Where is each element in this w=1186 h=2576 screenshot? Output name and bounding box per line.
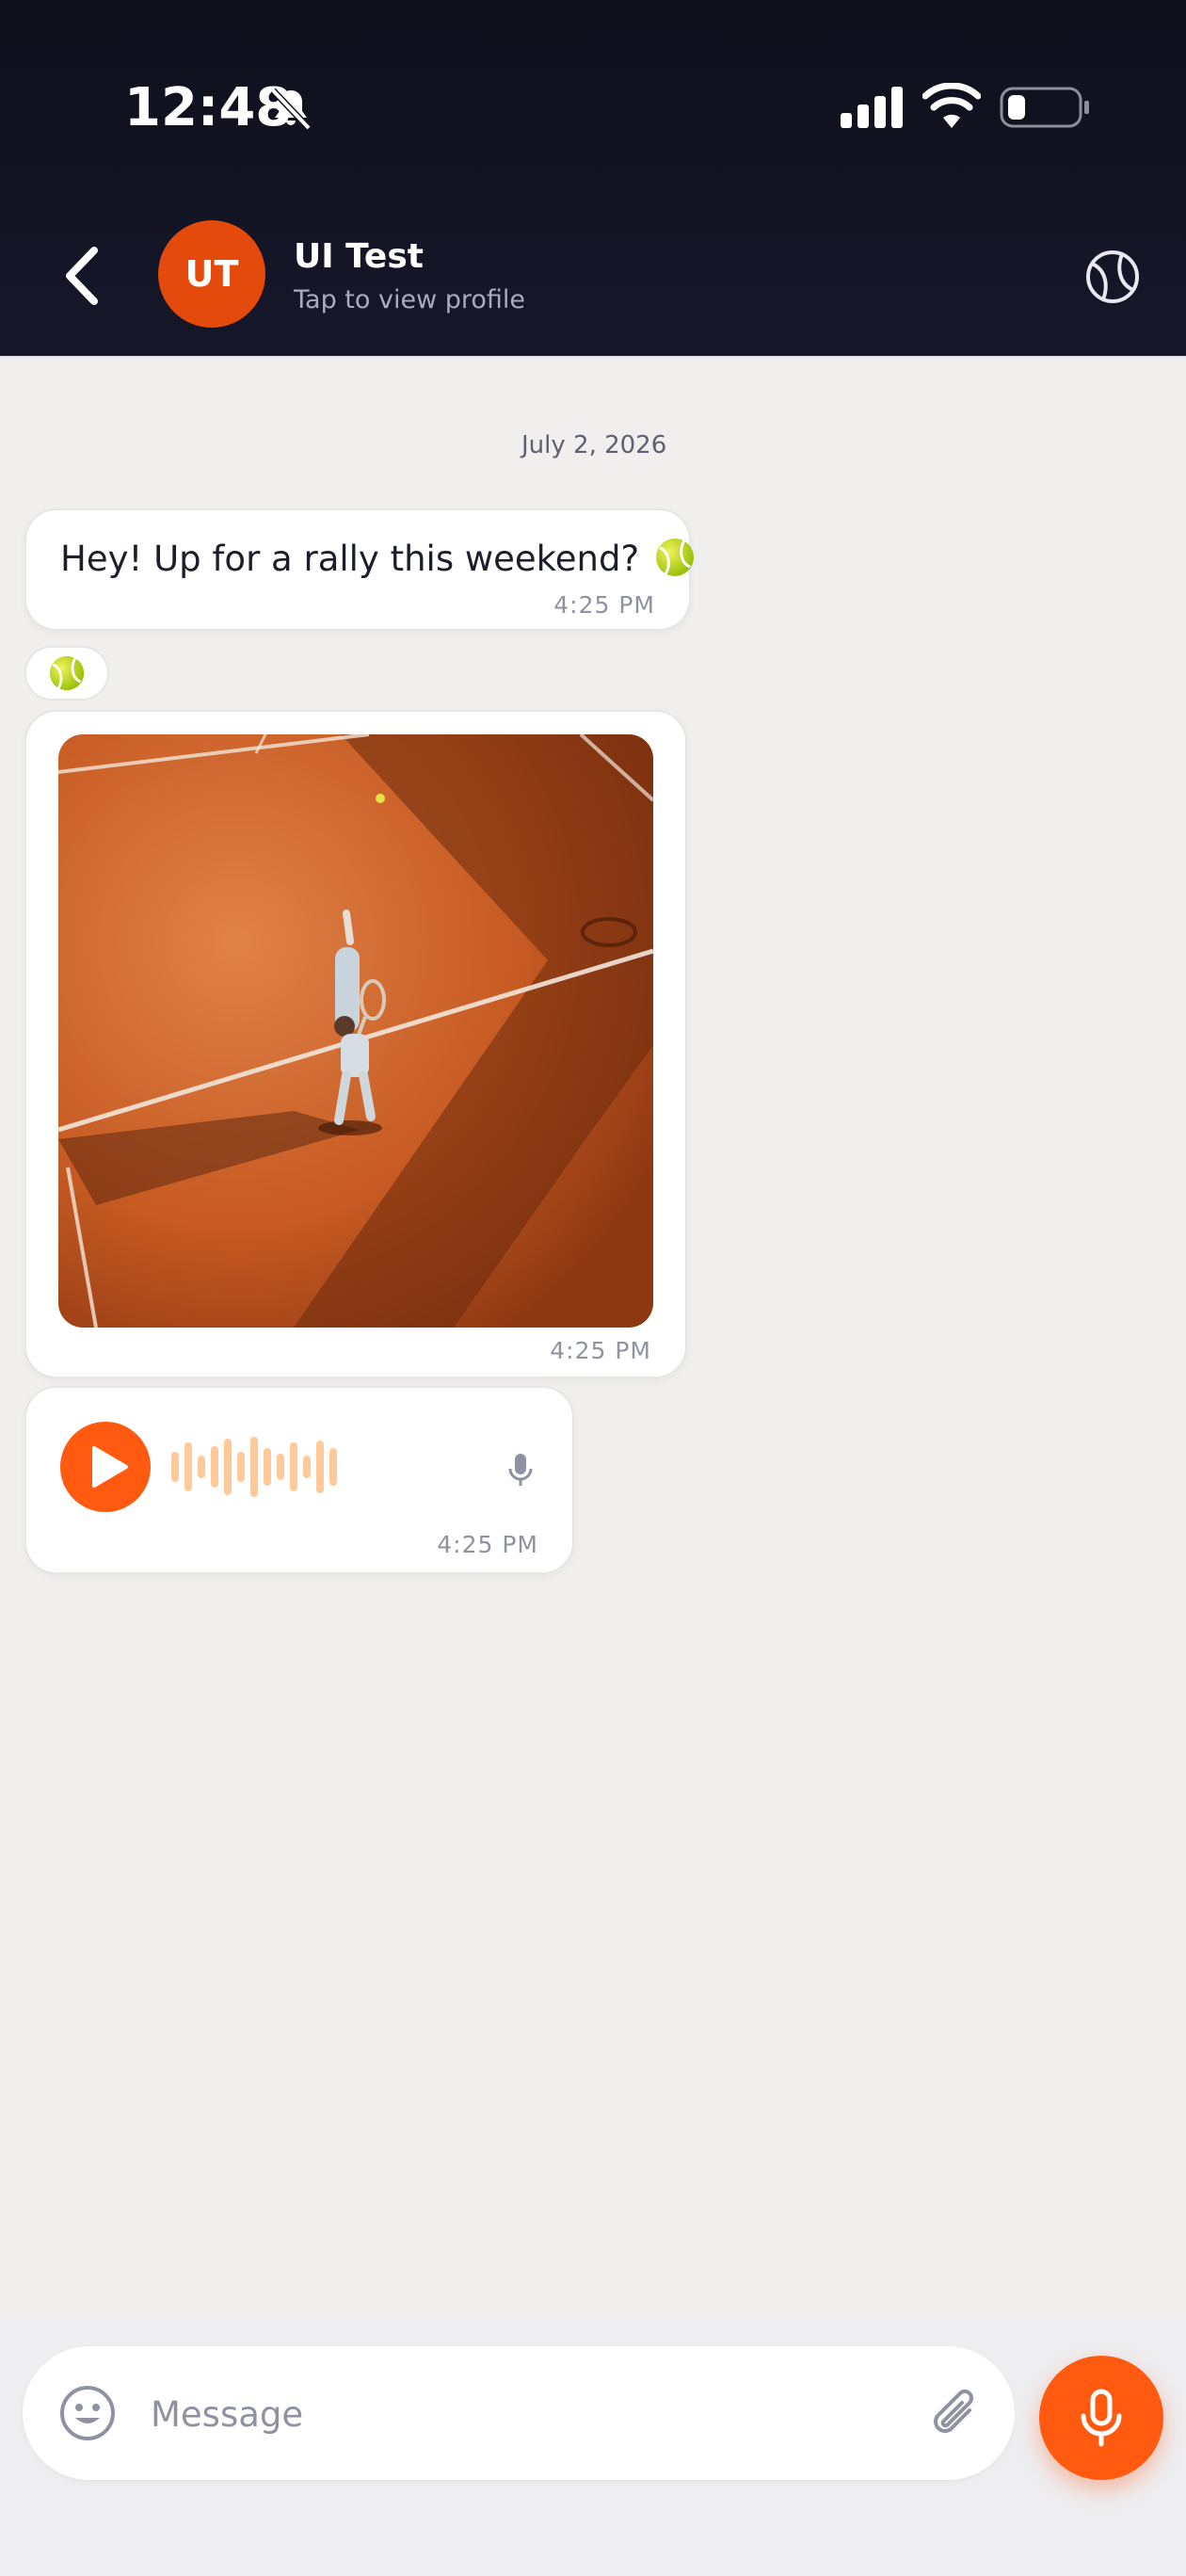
- message-input[interactable]: [151, 2384, 904, 2444]
- bell-off-icon: [270, 88, 312, 131]
- message-text-content: Hey! Up for a rally this weekend?: [60, 539, 640, 579]
- message-time: 4:25 PM: [437, 1531, 538, 1558]
- waveform[interactable]: [171, 1435, 369, 1499]
- emoji-icon[interactable]: [58, 2384, 117, 2442]
- microphone-icon: [1081, 2389, 1122, 2447]
- chat-screen: 12:48 UT UI Test Tap to view profile Jul…: [0, 0, 1186, 2576]
- back-button[interactable]: [56, 243, 109, 309]
- microphone-icon: [508, 1454, 533, 1486]
- chat-header: 12:48 UT UI Test Tap to view profile: [0, 0, 1186, 358]
- wifi-icon: [922, 83, 981, 128]
- tennis-ball-emoji-icon: [655, 539, 694, 576]
- message-text: Hey! Up for a rally this weekend?: [60, 537, 696, 579]
- paperclip-icon[interactable]: [926, 2382, 983, 2444]
- tennis-ball-emoji-icon: [49, 655, 85, 691]
- signal-icon: [841, 87, 903, 128]
- message-composer: [23, 2346, 1015, 2480]
- tennis-court-photo[interactable]: [58, 734, 653, 1328]
- message-time: 4:25 PM: [553, 591, 655, 619]
- play-button[interactable]: [60, 1422, 151, 1512]
- message-bubble-image[interactable]: 4:25 PM: [24, 710, 687, 1378]
- profile-hint[interactable]: Tap to view profile: [294, 285, 525, 314]
- play-icon: [92, 1446, 128, 1488]
- tennis-ball-icon[interactable]: [1082, 247, 1143, 307]
- contact-name[interactable]: UI Test: [294, 237, 424, 276]
- battery-icon: [1000, 87, 1089, 128]
- message-time: 4:25 PM: [550, 1337, 651, 1364]
- record-voice-button[interactable]: [1039, 2356, 1163, 2480]
- date-separator: July 2, 2026: [521, 431, 667, 459]
- reaction-badge[interactable]: [24, 646, 109, 700]
- message-bubble-voice[interactable]: 4:25 PM: [24, 1386, 574, 1574]
- message-bubble-text[interactable]: Hey! Up for a rally this weekend? 4:25 P…: [24, 508, 694, 631]
- avatar[interactable]: UT: [158, 220, 265, 328]
